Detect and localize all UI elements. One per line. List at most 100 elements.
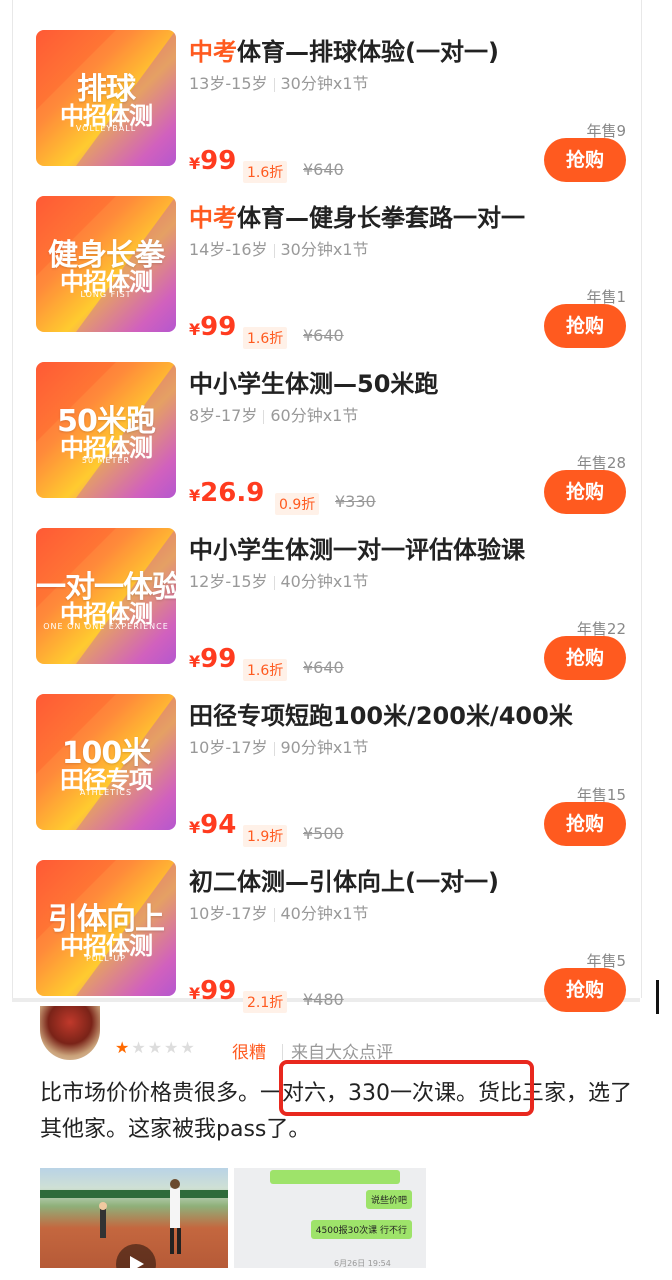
product-item[interactable]: 一对一体验 中招体测 ONE ON ONE EXPERIENCE 中小学生体测一对一评… <box>24 520 634 686</box>
chat-timestamp: 6月26日 19:54 <box>334 1259 391 1268</box>
age-range: 8岁-17岁 <box>189 406 258 425</box>
original-price: ¥330 <box>335 492 376 511</box>
star-icon: ★ <box>180 1038 197 1057</box>
currency-symbol: ¥ <box>189 486 201 505</box>
title-text: 中小学生体测—50米跑 <box>189 370 439 398</box>
thumbnail-english: ATHLETICS <box>79 788 133 797</box>
title-highlight: 中考 <box>189 204 237 232</box>
course-thumbnail[interactable]: 排球 中招体测 VOLLEYBALL <box>36 30 176 166</box>
review-section: ★★★★★ 很糟 来自大众点评 比市场价价格贵很多。一对六，330一次课。货比三… <box>0 1002 672 1280</box>
course-meta: 14岁-16岁 30分钟x1节 <box>189 236 369 260</box>
buy-button[interactable]: 抢购 <box>544 802 626 846</box>
course-meta: 12岁-15岁 40分钟x1节 <box>189 568 369 592</box>
product-item[interactable]: 100米 田径专项 ATHLETICS 田径专项短跑100米/200米/400米 10岁… <box>24 686 634 852</box>
course-meta: 8岁-17岁 60分钟x1节 <box>189 402 358 426</box>
product-item[interactable]: 排球 中招体测 VOLLEYBALL 中考体育—排球体验(一对一) 13岁-15岁 30分… <box>24 22 634 188</box>
chat-screenshot[interactable]: 说些价吧 4500报30次课 行不行 6月26日 19:54 <box>234 1168 426 1268</box>
discount-badge: 1.6折 <box>243 161 288 183</box>
rating-word: 很糟 <box>232 1043 266 1063</box>
course-title[interactable]: 中考体育—健身长拳套路一对一 <box>189 198 525 233</box>
chat-bubble: 4500报30次课 行不行 <box>310 1220 412 1239</box>
course-meta: 13岁-15岁 30分钟x1节 <box>189 70 369 94</box>
star-icon: ★ <box>131 1038 148 1057</box>
course-title[interactable]: 初二体测—引体向上(一对一) <box>189 862 499 897</box>
meta-separator <box>273 741 275 756</box>
thumbnail-english: VOLLEYBALL <box>75 124 137 133</box>
buy-button[interactable]: 抢购 <box>544 636 626 680</box>
price-value: 99 <box>200 312 237 342</box>
course-title[interactable]: 中考体育—排球体验(一对一) <box>189 32 499 67</box>
session-duration: 40分钟x1节 <box>280 572 369 591</box>
price-value: 94 <box>200 810 237 840</box>
course-thumbnail[interactable]: 一对一体验 中招体测 ONE ON ONE EXPERIENCE <box>36 528 176 664</box>
course-title[interactable]: 中小学生体测—50米跑 <box>189 364 438 399</box>
currency-symbol: ¥ <box>189 652 201 671</box>
thumbnail-english: 50 METER <box>81 456 131 465</box>
title-text: 初二体测—引体向上(一对一) <box>189 868 499 896</box>
product-item[interactable]: 50米跑 中招体测 50 METER 中小学生体测—50米跑 8岁-17岁 60分钟x1节… <box>24 354 634 520</box>
title-text: 田径专项短跑100米/200米/400米 <box>189 702 573 730</box>
course-title[interactable]: 田径专项短跑100米/200米/400米 <box>189 696 573 731</box>
title-text: 中小学生体测一对一评估体验课 <box>189 536 525 564</box>
star-icon: ★ <box>147 1038 165 1057</box>
session-duration: 30分钟x1节 <box>280 240 369 259</box>
course-thumbnail[interactable]: 50米跑 中招体测 50 METER <box>36 362 176 498</box>
product-item[interactable]: 引体向上 中招体测 PULL-UP 初二体测—引体向上(一对一) 10岁-17岁 40分钟… <box>24 852 634 1018</box>
chat-bubble <box>270 1170 400 1184</box>
age-range: 10岁-17岁 <box>189 904 268 923</box>
thumbnail-english: ONE ON ONE EXPERIENCE <box>43 622 169 631</box>
discount-badge: 1.9折 <box>243 825 288 847</box>
thumbnail-english: LONG FIST <box>80 290 132 299</box>
session-duration: 40分钟x1节 <box>280 904 369 923</box>
original-price: ¥640 <box>303 160 344 179</box>
avatar[interactable] <box>40 1006 100 1060</box>
course-thumbnail[interactable]: 引体向上 中招体测 PULL-UP <box>36 860 176 996</box>
course-title[interactable]: 中小学生体测一对一评估体验课 <box>189 530 525 565</box>
title-highlight: 中考 <box>189 38 237 66</box>
currency-symbol: ¥ <box>189 320 201 339</box>
session-duration: 90分钟x1节 <box>280 738 369 757</box>
product-item[interactable]: 健身长拳 中招体测 LONG FIST 中考体育—健身长拳套路一对一 14岁-16岁 30… <box>24 188 634 354</box>
original-price: ¥640 <box>303 326 344 345</box>
meta-separator <box>273 907 275 922</box>
discount-badge: 0.9折 <box>275 493 320 515</box>
star-icon: ★ <box>164 1038 181 1057</box>
age-range: 12岁-15岁 <box>189 572 268 591</box>
price: ¥99 <box>189 644 236 674</box>
price-value: 99 <box>200 146 237 176</box>
original-price: ¥500 <box>303 824 344 843</box>
buy-button[interactable]: 抢购 <box>544 470 626 514</box>
age-range: 10岁-17岁 <box>189 738 268 757</box>
price: ¥99 <box>189 312 236 342</box>
highlight-box <box>279 1060 534 1116</box>
currency-symbol: ¥ <box>189 984 201 1003</box>
discount-badge: 1.6折 <box>243 327 288 349</box>
title-text: 体育—排球体验(一对一) <box>237 38 499 66</box>
price: ¥26.9 <box>189 478 264 508</box>
course-meta: 10岁-17岁 90分钟x1节 <box>189 734 369 758</box>
age-range: 13岁-15岁 <box>189 74 268 93</box>
thumbnail-english: PULL-UP <box>85 954 127 963</box>
price-value: 26.9 <box>200 478 265 508</box>
meta-separator <box>273 575 275 590</box>
photo-scene <box>40 1179 228 1268</box>
chat-bubble: 说些价吧 <box>365 1190 412 1209</box>
meta-separator <box>273 243 275 258</box>
age-range: 14岁-16岁 <box>189 240 268 259</box>
course-meta: 10岁-17岁 40分钟x1节 <box>189 900 369 924</box>
star-rating: ★★★★★ <box>115 1038 197 1057</box>
price: ¥94 <box>189 810 236 840</box>
session-duration: 30分钟x1节 <box>280 74 369 93</box>
title-text: 体育—健身长拳套路一对一 <box>237 204 525 232</box>
course-thumbnail[interactable]: 健身长拳 中招体测 LONG FIST <box>36 196 176 332</box>
buy-button[interactable]: 抢购 <box>544 138 626 182</box>
meta-separator <box>263 409 265 424</box>
buy-button[interactable]: 抢购 <box>544 304 626 348</box>
course-thumbnail[interactable]: 100米 田径专项 ATHLETICS <box>36 694 176 830</box>
meta-separator <box>273 77 275 92</box>
review-photo[interactable] <box>40 1168 228 1268</box>
discount-badge: 1.6折 <box>243 659 288 681</box>
currency-symbol: ¥ <box>189 154 201 173</box>
session-duration: 60分钟x1节 <box>270 406 359 425</box>
currency-symbol: ¥ <box>189 818 201 837</box>
